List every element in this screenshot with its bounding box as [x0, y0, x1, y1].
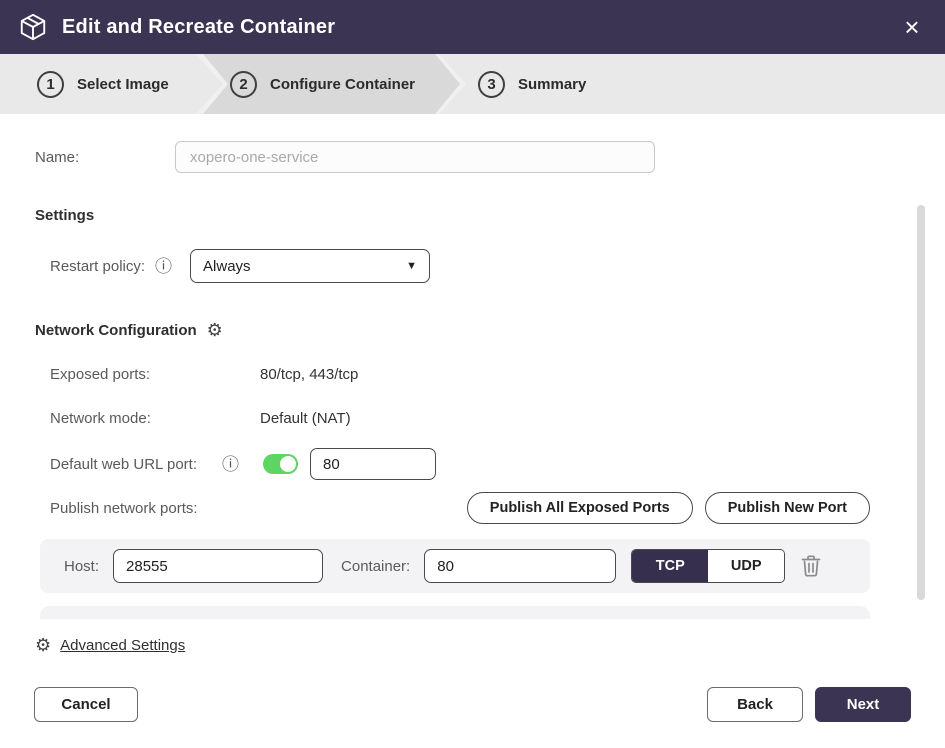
trash-icon [801, 555, 821, 577]
advanced-settings-link[interactable]: Advanced Settings [60, 637, 185, 654]
restart-policy-select[interactable]: Always ▼ [190, 249, 430, 283]
web-url-port-toggle[interactable] [263, 454, 298, 474]
form-content: Name: Settings Restart policy: ⓘ Always … [0, 141, 945, 654]
dialog-footer: Cancel Back Next [0, 687, 945, 722]
scrollbar-thumb[interactable] [917, 205, 925, 600]
network-mode-row: Network mode: Default (NAT) [50, 410, 870, 427]
restart-policy-row: Restart policy: ⓘ Always ▼ [50, 249, 870, 283]
step-label: Select Image [77, 76, 169, 93]
container-cube-icon [18, 12, 48, 42]
exposed-ports-row: Exposed ports: 80/tcp, 443/tcp [50, 366, 870, 383]
step-label: Configure Container [270, 76, 415, 93]
container-port-input[interactable] [424, 549, 616, 583]
step-number: 2 [230, 71, 257, 98]
network-configuration-heading: Network Configuration [35, 322, 197, 339]
publish-buttons-group: Publish All Exposed Ports Publish New Po… [467, 492, 870, 524]
gear-icon: ⚙ [35, 636, 51, 654]
step-summary[interactable]: 3 Summary [478, 54, 586, 114]
publish-network-ports-label: Publish network ports: [50, 500, 198, 517]
default-web-url-port-row: Default web URL port: ⓘ [50, 448, 870, 480]
settings-heading: Settings [35, 207, 870, 224]
step-number: 3 [478, 71, 505, 98]
restart-policy-value: Always [203, 258, 406, 275]
wizard-stepper: 1 Select Image 2 Configure Container 3 S… [0, 54, 945, 114]
step-number: 1 [37, 71, 64, 98]
exposed-ports-label: Exposed ports: [50, 366, 260, 383]
close-icon[interactable]: × [897, 14, 927, 40]
host-label: Host: [64, 558, 99, 575]
container-label: Container: [341, 558, 410, 575]
default-web-url-port-label: Default web URL port: [50, 456, 222, 473]
protocol-udp-button[interactable]: UDP [708, 550, 784, 582]
advanced-settings-link-row[interactable]: ⚙ Advanced Settings [35, 636, 870, 654]
protocol-tcp-button[interactable]: TCP [632, 550, 708, 582]
chevron-down-icon: ▼ [406, 260, 417, 272]
back-button[interactable]: Back [707, 687, 803, 722]
publish-new-port-button[interactable]: Publish New Port [705, 492, 870, 524]
step-configure-container[interactable]: 2 Configure Container [230, 54, 415, 114]
network-mode-label: Network mode: [50, 410, 260, 427]
host-port-input[interactable] [113, 549, 323, 583]
dialog-title: Edit and Recreate Container [62, 16, 883, 39]
publish-network-ports-row: Publish network ports: Publish All Expos… [50, 492, 870, 524]
step-select-image[interactable]: 1 Select Image [37, 54, 169, 114]
web-url-port-input[interactable] [310, 448, 436, 480]
network-mode-value: Default (NAT) [260, 410, 351, 427]
gear-icon[interactable]: ⚙ [207, 321, 223, 339]
edit-recreate-container-dialog: Edit and Recreate Container × 1 Select I… [0, 0, 945, 748]
dialog-header: Edit and Recreate Container × [0, 0, 945, 54]
port-mapping-row: Host: Container: TCP UDP [40, 539, 870, 593]
restart-policy-label: Restart policy: [50, 258, 145, 275]
publish-all-exposed-ports-button[interactable]: Publish All Exposed Ports [467, 492, 693, 524]
info-icon[interactable]: ⓘ [155, 258, 172, 275]
info-icon[interactable]: ⓘ [222, 456, 239, 473]
cancel-button[interactable]: Cancel [34, 687, 138, 722]
step-label: Summary [518, 76, 586, 93]
delete-port-mapping-button[interactable] [801, 555, 821, 577]
name-label: Name: [35, 149, 175, 166]
network-configuration-heading-row: Network Configuration ⚙ [35, 321, 870, 339]
toggle-knob [280, 456, 296, 472]
protocol-segmented-control: TCP UDP [631, 549, 785, 583]
name-input[interactable] [175, 141, 655, 173]
name-row: Name: [35, 141, 870, 173]
next-button[interactable]: Next [815, 687, 911, 722]
exposed-ports-value: 80/tcp, 443/tcp [260, 366, 358, 383]
port-mapping-row-partial [40, 606, 870, 619]
